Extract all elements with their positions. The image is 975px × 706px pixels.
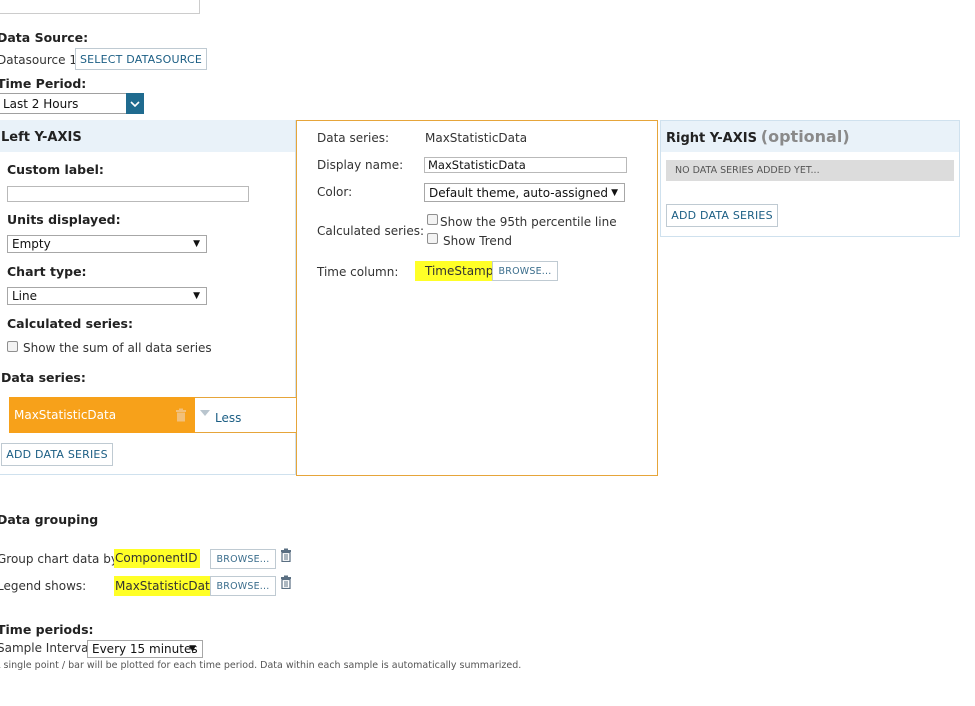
- legend-browse-button[interactable]: BROWSE...: [210, 576, 276, 596]
- chevron-down-icon: [126, 93, 144, 114]
- select-datasource-button[interactable]: SELECT DATASOURCE: [75, 48, 207, 70]
- right-axis-title: Right Y-AXIS (optional): [666, 127, 850, 146]
- time-column-browse-button[interactable]: BROWSE...: [492, 261, 558, 281]
- legend-shows-label: Legend shows:: [0, 579, 87, 593]
- top-input-field[interactable]: [0, 0, 200, 14]
- less-link[interactable]: Less: [215, 411, 241, 425]
- time-period-select[interactable]: Last 2 Hours: [0, 93, 144, 114]
- units-value: Empty: [12, 237, 51, 251]
- right-axis-empty-message: NO DATA SERIES ADDED YET...: [666, 160, 954, 181]
- series-detail-panel: [296, 120, 658, 476]
- data-source-label: Data Source:: [0, 30, 89, 45]
- trash-icon[interactable]: [175, 408, 187, 422]
- time-periods-title: Time periods:: [0, 622, 94, 637]
- time-column-value: TimeStamp: [415, 261, 496, 281]
- group-by-value: ComponentID: [114, 549, 201, 568]
- trend-checkbox[interactable]: [427, 233, 438, 244]
- group-by-label: Group chart data by:: [0, 552, 122, 566]
- time-period-label: Time Period:: [0, 76, 87, 91]
- left-axis-title: Left Y-AXIS: [1, 130, 82, 145]
- series-item-label: MaxStatisticData: [14, 408, 117, 422]
- caret-down-icon: ▼: [193, 291, 200, 301]
- caret-down-icon: ▼: [189, 644, 196, 654]
- chart-type-value: Line: [12, 289, 38, 303]
- time-column-label: Time column:: [317, 265, 399, 279]
- color-select[interactable]: Default theme, auto-assigned ▼: [424, 183, 625, 202]
- percentile-checkbox[interactable]: [427, 214, 438, 225]
- time-periods-note: A single point / bar will be plotted for…: [0, 660, 522, 671]
- left-add-data-series-button[interactable]: ADD DATA SERIES: [1, 443, 113, 466]
- data-grouping-title: Data grouping: [0, 512, 99, 527]
- sample-interval-label: Sample Interval:: [0, 641, 96, 655]
- units-label: Units displayed:: [7, 212, 121, 227]
- sum-all-series-label: Show the sum of all data series: [23, 341, 212, 355]
- detail-calculated-label: Calculated series:: [317, 224, 425, 238]
- sum-all-series-checkbox[interactable]: [7, 341, 18, 352]
- caret-down-icon: ▼: [193, 239, 200, 249]
- right-axis-title-text: Right Y-AXIS: [666, 131, 757, 146]
- display-name-input[interactable]: MaxStatisticData: [424, 157, 627, 173]
- left-calculated-label: Calculated series:: [7, 316, 133, 331]
- detail-data-series-value: MaxStatisticData: [425, 131, 528, 145]
- color-value: Default theme, auto-assigned: [429, 185, 609, 200]
- color-label: Color:: [317, 185, 353, 199]
- percentile-label: Show the 95th percentile line: [440, 215, 617, 229]
- trend-label: Show Trend: [443, 234, 513, 248]
- time-period-value: Last 2 Hours: [3, 96, 79, 111]
- custom-label-label: Custom label:: [7, 162, 104, 177]
- right-axis-optional: (optional): [760, 127, 850, 146]
- trash-icon[interactable]: [280, 548, 292, 562]
- legend-shows-value: MaxStatisticData: [114, 576, 219, 596]
- right-add-data-series-button[interactable]: ADD DATA SERIES: [666, 204, 778, 227]
- display-name-label: Display name:: [317, 158, 404, 172]
- trash-icon[interactable]: [280, 575, 292, 589]
- caret-down-icon[interactable]: [200, 410, 210, 416]
- caret-down-icon: ▼: [611, 187, 618, 198]
- data-source-value: Datasource 1: [0, 53, 77, 67]
- series-tab-connector-top: [195, 397, 297, 398]
- units-select[interactable]: Empty ▼: [7, 235, 207, 253]
- group-by-browse-button[interactable]: BROWSE...: [210, 549, 276, 569]
- chart-type-select[interactable]: Line ▼: [7, 287, 207, 305]
- custom-label-input[interactable]: [7, 186, 249, 202]
- left-data-series-label: Data series:: [1, 370, 86, 385]
- series-tab-connector-bottom: [195, 432, 297, 433]
- sample-interval-select[interactable]: Every 15 minutes ▼: [87, 640, 203, 658]
- sample-interval-value: Every 15 minutes: [92, 642, 198, 656]
- detail-data-series-label: Data series:: [317, 131, 390, 145]
- chart-type-label: Chart type:: [7, 264, 87, 279]
